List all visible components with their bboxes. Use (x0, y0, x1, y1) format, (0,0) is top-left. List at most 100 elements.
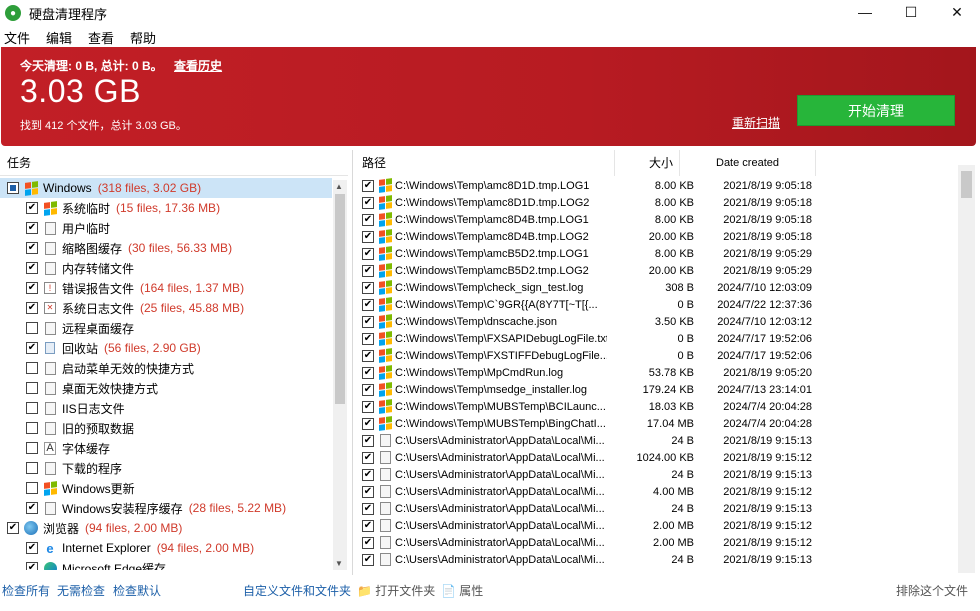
file-checkbox[interactable]: ✔ (362, 502, 374, 515)
file-row[interactable]: ✔ C:\Windows\Temp\FXSTIFFDebugLogFile... 0… (353, 347, 956, 364)
menu-edit[interactable]: 编辑 (42, 28, 78, 47)
file-row[interactable]: ✔ C:\Windows\Temp\dnscache.json 3.50 KB 202… (353, 313, 956, 330)
file-row[interactable]: ✔ C:\Windows\Temp\amc8D4B.tmp.LOG2 20.00 K… (353, 228, 956, 245)
scrollbar-thumb[interactable] (961, 171, 972, 198)
task-checkbox[interactable]: ✔ (26, 242, 38, 254)
exclude-file-link[interactable]: 排除这个文件 (896, 582, 968, 599)
scrollbar-thumb[interactable] (335, 194, 345, 404)
file-row[interactable]: ✔ C:\Users\Administrator\AppData\Local\Mi… (353, 449, 956, 466)
file-row[interactable]: ✔ C:\Windows\Temp\check_sign_test.log 308 … (353, 279, 956, 296)
column-size[interactable]: 大小 (615, 150, 680, 176)
file-row[interactable]: ✔ C:\Windows\Temp\MpCmdRun.log 53.78 KB 202… (353, 364, 956, 381)
task-item[interactable]: ✔! 错误报告文件 (164 files, 1.37 MB) (0, 278, 332, 298)
file-row[interactable]: ✔ C:\Windows\Temp\amcB5D2.tmp.LOG2 20.00 K… (353, 262, 956, 279)
file-checkbox[interactable]: ✔ (362, 247, 374, 260)
file-row[interactable]: ✔ C:\Users\Administrator\AppData\Local\Mi… (353, 517, 956, 534)
task-checkbox[interactable] (26, 442, 38, 454)
task-checkbox[interactable] (26, 422, 38, 434)
task-checkbox[interactable] (7, 182, 19, 194)
file-checkbox[interactable]: ✔ (362, 417, 374, 430)
properties-button[interactable]: 📄 属性 (441, 582, 483, 599)
file-row[interactable]: ✔ C:\Windows\Temp\msedge_installer.log 179… (353, 381, 956, 398)
column-path[interactable]: 路径 (353, 150, 615, 176)
task-item[interactable]: 启动菜单无效的快捷方式 (0, 358, 332, 378)
file-row[interactable]: ✔ C:\Windows\Temp\C`9GR{{A(8Y7T[~T[{... 0 … (353, 296, 956, 313)
maximize-button[interactable]: ☐ (888, 0, 934, 24)
task-checkbox[interactable] (26, 462, 38, 474)
file-row[interactable]: ✔ C:\Users\Administrator\AppData\Local\Mi… (353, 500, 956, 517)
file-checkbox[interactable]: ✔ (362, 553, 374, 566)
file-checkbox[interactable]: ✔ (362, 451, 374, 464)
file-checkbox[interactable]: ✔ (362, 213, 374, 226)
file-checkbox[interactable]: ✔ (362, 434, 374, 447)
rescan-link[interactable]: 重新扫描 (732, 114, 780, 131)
task-checkbox[interactable] (26, 402, 38, 414)
file-row[interactable]: ✔ C:\Users\Administrator\AppData\Local\Mi… (353, 432, 956, 449)
minimize-button[interactable]: — (842, 0, 888, 24)
task-item[interactable]: Windows更新 (0, 478, 332, 498)
task-checkbox[interactable] (26, 322, 38, 334)
menu-view[interactable]: 查看 (84, 28, 120, 47)
task-item[interactable]: A 字体缓存 (0, 438, 332, 458)
file-checkbox[interactable]: ✔ (362, 315, 374, 328)
menu-help[interactable]: 帮助 (126, 28, 162, 47)
task-item[interactable]: 远程桌面缓存 (0, 318, 332, 338)
task-item[interactable]: Windows (318 files, 3.02 GB) (0, 178, 332, 198)
file-checkbox[interactable]: ✔ (362, 264, 374, 277)
task-checkbox[interactable]: ✔ (7, 522, 19, 534)
file-row[interactable]: ✔ C:\Windows\Temp\amc8D1D.tmp.LOG1 8.00 KB… (353, 177, 956, 194)
open-folder-button[interactable]: 📁 打开文件夹 (357, 582, 435, 599)
scroll-down-icon[interactable]: ▼ (335, 559, 343, 568)
file-row[interactable]: ✔ C:\Users\Administrator\AppData\Local\Mi… (353, 551, 956, 568)
file-checkbox[interactable]: ✔ (362, 349, 374, 362)
task-checkbox[interactable]: ✔ (26, 202, 38, 214)
close-button[interactable]: ✕ (934, 0, 980, 24)
file-checkbox[interactable]: ✔ (362, 281, 374, 294)
file-checkbox[interactable]: ✔ (362, 536, 374, 549)
task-checkbox[interactable]: ✔ (26, 262, 38, 274)
task-checkbox[interactable] (26, 482, 38, 494)
check-default-link[interactable]: 检查默认 (113, 582, 161, 599)
task-checkbox[interactable] (26, 362, 38, 374)
task-checkbox[interactable]: ✔ (26, 222, 38, 234)
task-item[interactable]: ✔ 浏览器 (94 files, 2.00 MB) (0, 518, 332, 538)
task-item[interactable]: IIS日志文件 (0, 398, 332, 418)
file-list-scrollbar[interactable] (958, 165, 975, 573)
task-item[interactable]: ✔ 回收站 (56 files, 2.90 GB) (0, 338, 332, 358)
file-row[interactable]: ✔ C:\Windows\Temp\FXSAPIDebugLogFile.txt 0… (353, 330, 956, 347)
file-checkbox[interactable]: ✔ (362, 230, 374, 243)
file-row[interactable]: ✔ C:\Windows\Temp\amcB5D2.tmp.LOG1 8.00 KB… (353, 245, 956, 262)
file-checkbox[interactable]: ✔ (362, 366, 374, 379)
file-checkbox[interactable]: ✔ (362, 332, 374, 345)
task-checkbox[interactable]: ✔ (26, 542, 38, 554)
column-date-created[interactable]: Date created (680, 150, 816, 176)
view-history-link[interactable]: 查看历史 (174, 59, 222, 73)
task-item[interactable]: ✔ 缩略图缓存 (30 files, 56.33 MB) (0, 238, 332, 258)
file-checkbox[interactable]: ✔ (362, 400, 374, 413)
check-all-link[interactable]: 检查所有 (2, 582, 50, 599)
task-item[interactable]: ✔ ✕ 系统日志文件 (25 files, 45.88 MB) (0, 298, 332, 318)
file-checkbox[interactable]: ✔ (362, 298, 374, 311)
task-item[interactable]: 旧的预取数据 (0, 418, 332, 438)
task-checkbox[interactable]: ✔ (26, 282, 38, 294)
task-item[interactable]: 下载的程序 (0, 458, 332, 478)
check-none-link[interactable]: 无需检查 (57, 582, 105, 599)
custom-files-link[interactable]: 自定义文件和文件夹 (243, 582, 351, 599)
file-row[interactable]: ✔ C:\Users\Administrator\AppData\Local\Mi… (353, 483, 956, 500)
file-row[interactable]: ✔ C:\Users\Administrator\AppData\Local\Mi… (353, 466, 956, 483)
task-item[interactable]: ✔ 用户临时 (0, 218, 332, 238)
file-row[interactable]: ✔ C:\Users\Administrator\AppData\Local\Mi… (353, 534, 956, 551)
task-checkbox[interactable] (26, 382, 38, 394)
file-checkbox[interactable]: ✔ (362, 519, 374, 532)
file-row[interactable]: ✔ C:\Windows\Temp\MUBSTemp\BingChatI... 17… (353, 415, 956, 432)
file-checkbox[interactable]: ✔ (362, 383, 374, 396)
task-item[interactable]: ✔ 内存转储文件 (0, 258, 332, 278)
file-checkbox[interactable]: ✔ (362, 179, 374, 192)
task-item[interactable]: ✔ e Internet Explorer (94 files, 2.00 MB) (0, 538, 332, 558)
start-clean-button[interactable]: 开始清理 (797, 95, 955, 126)
file-row[interactable]: ✔ C:\Windows\Temp\MUBSTemp\BCILaunc... 18.… (353, 398, 956, 415)
task-scrollbar[interactable]: ▲ ▼ (333, 180, 347, 570)
file-checkbox[interactable]: ✔ (362, 196, 374, 209)
task-checkbox[interactable]: ✔ (26, 342, 38, 354)
task-item[interactable]: ✔ Microsoft Edge缓存 (0, 558, 332, 570)
